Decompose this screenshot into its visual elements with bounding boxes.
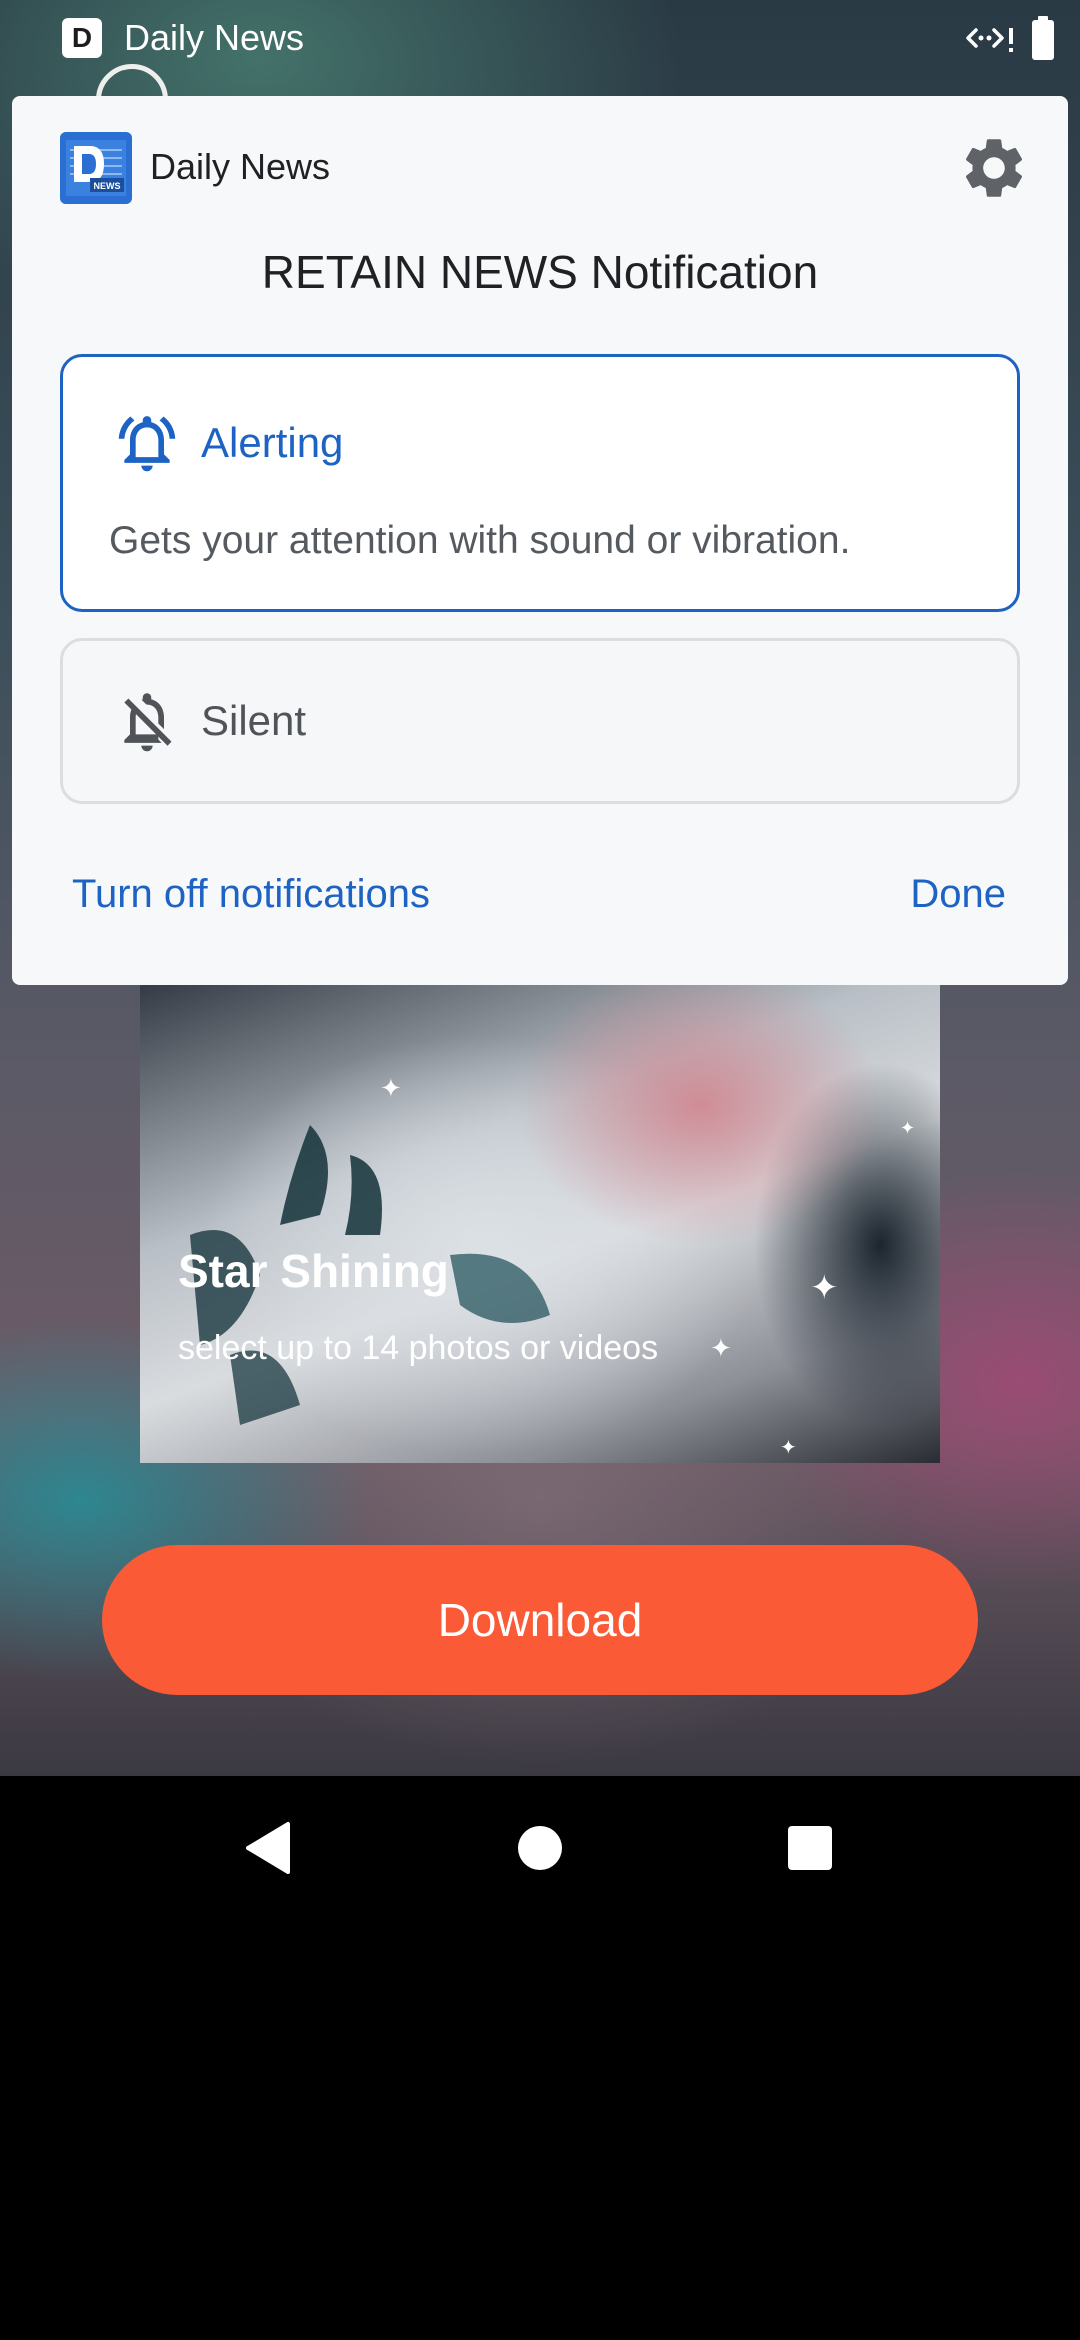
battery-icon xyxy=(1032,16,1054,60)
bell-ringing-icon xyxy=(118,416,176,472)
data-arrows-icon xyxy=(966,28,1013,52)
notification-channel-title: RETAIN NEWS Notification xyxy=(261,246,819,298)
download-button[interactable]: Download xyxy=(102,1545,978,1695)
status-bar: D Daily News xyxy=(0,0,1080,76)
done-button[interactable]: Done xyxy=(910,866,1006,922)
alerting-option[interactable]: Alerting Gets your attention with sound … xyxy=(60,354,1020,612)
turn-off-notifications-button[interactable]: Turn off notifications xyxy=(72,866,430,922)
alerting-description: Gets your attention with sound or vibrat… xyxy=(109,519,851,562)
daily-news-app-icon: NEWS xyxy=(60,132,132,204)
recents-icon[interactable] xyxy=(758,1796,862,1900)
daily-news-status-icon: D xyxy=(62,18,102,58)
sparkle-icon: ✦ xyxy=(710,1333,732,1363)
silent-option[interactable]: Silent xyxy=(60,638,1020,804)
bell-off-icon xyxy=(124,693,172,752)
home-icon[interactable] xyxy=(488,1796,592,1900)
sparkle-icon: ✦ xyxy=(810,1269,839,1307)
sparkle-icon: ✦ xyxy=(380,1073,402,1103)
sparkle-icon: ✦ xyxy=(900,1118,916,1138)
ad-title: Star Shining xyxy=(178,1245,449,1297)
screen: D Daily News NEWS Daily News RETAIN NEWS… xyxy=(0,0,1080,2340)
svg-text:NEWS: NEWS xyxy=(94,181,121,191)
gear-icon[interactable] xyxy=(958,132,1030,204)
back-icon[interactable] xyxy=(218,1796,322,1900)
status-app-name: Daily News xyxy=(124,17,305,58)
ad-preview-card[interactable]: ✦ ✦ ✦ ✦ ✦ Star Shining select up to 14 p… xyxy=(140,985,940,1463)
ad-subtitle: select up to 14 photos or videos xyxy=(178,1329,659,1367)
notification-settings-panel: NEWS Daily News RETAIN NEWS Notification… xyxy=(12,96,1068,985)
silent-label: Silent xyxy=(201,697,307,744)
panel-app-name: Daily News xyxy=(150,146,331,187)
sparkle-icon: ✦ xyxy=(780,1437,797,1459)
navigation-bar xyxy=(0,1776,1080,1920)
alerting-label: Alerting xyxy=(201,419,344,466)
